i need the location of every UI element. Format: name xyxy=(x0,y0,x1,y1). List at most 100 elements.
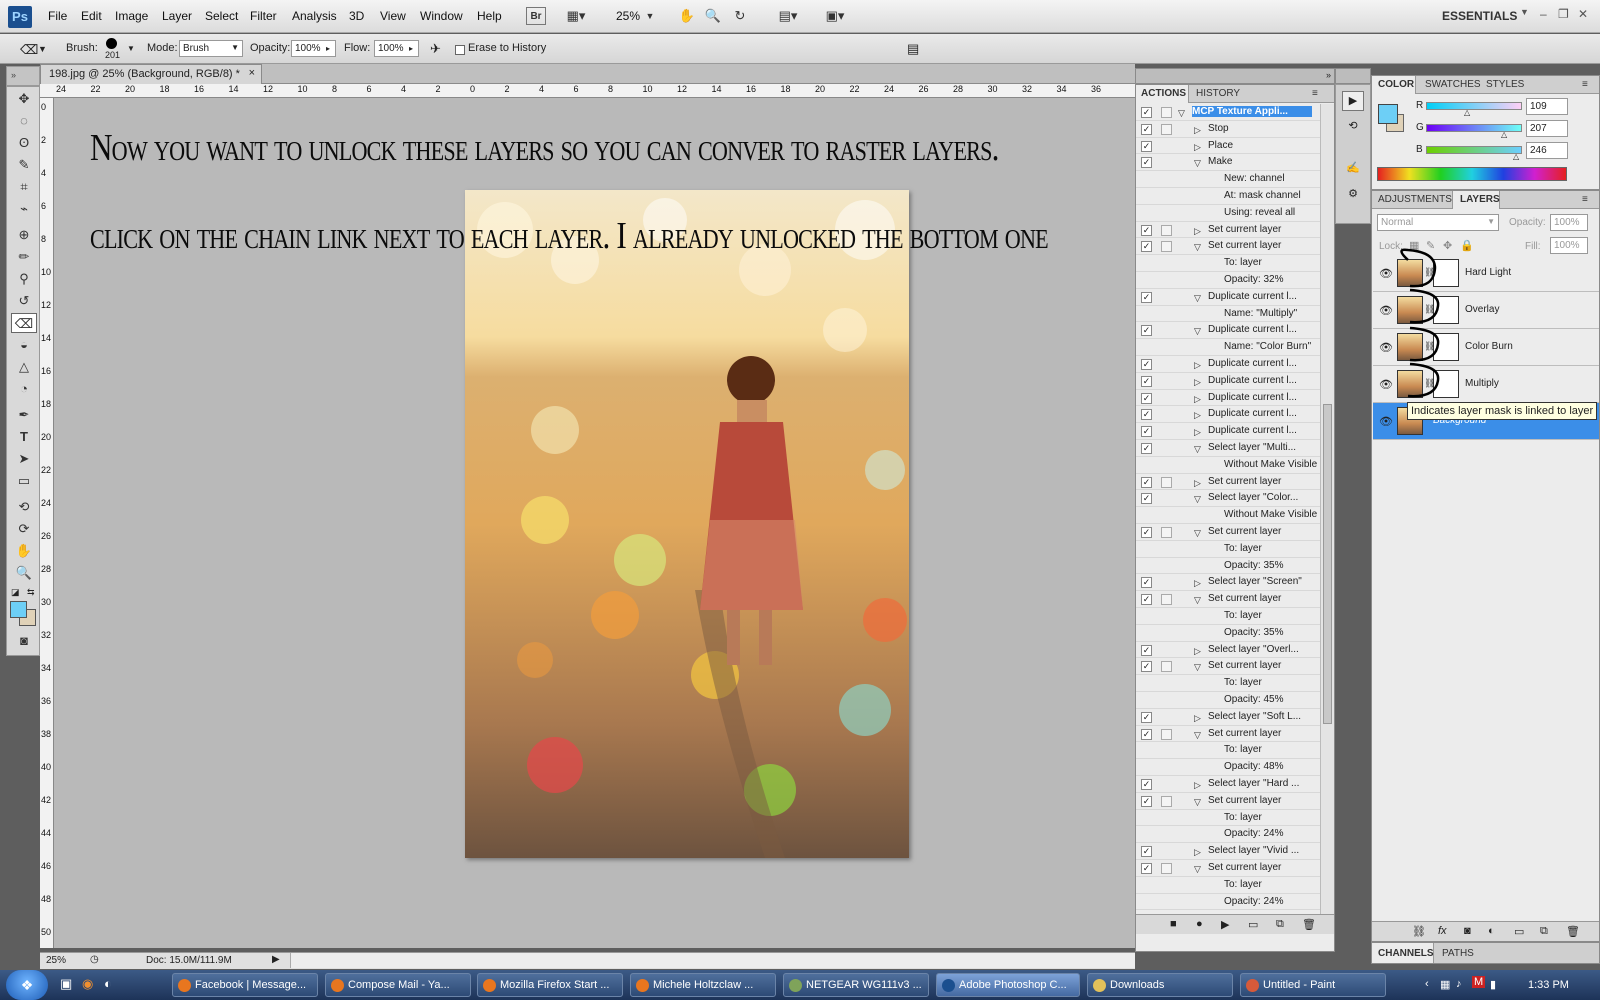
expand-closed-icon[interactable]: ▷ xyxy=(1194,780,1201,791)
action-row[interactable]: Opacity: 48% xyxy=(1136,759,1320,776)
action-toggle-checkbox[interactable]: ✓ xyxy=(1141,795,1152,807)
action-row[interactable]: Opacity: 35% xyxy=(1136,558,1320,575)
action-toggle-checkbox[interactable]: ✓ xyxy=(1141,426,1152,438)
tray-mail-icon[interactable]: M xyxy=(1472,976,1486,988)
action-toggle-checkbox[interactable]: ✓ xyxy=(1141,661,1152,673)
expand-open-icon[interactable]: ▽ xyxy=(1194,293,1201,304)
delete-layer-icon[interactable]: 🗑 xyxy=(1566,925,1580,938)
taskbar-button[interactable]: Michele Holtzclaw ... xyxy=(630,973,776,997)
document-canvas[interactable]: Now you want to unlock these layers so y… xyxy=(54,98,1135,948)
expand-closed-icon[interactable]: ▷ xyxy=(1194,377,1201,388)
action-row[interactable]: ✓ ▽ Select layer "Multi... xyxy=(1136,440,1320,457)
tab-adjustments[interactable]: ADJUSTMENTS xyxy=(1378,194,1452,205)
action-toggle-checkbox[interactable]: ✓ xyxy=(1141,728,1152,740)
expand-open-icon[interactable]: ▽ xyxy=(1194,158,1201,169)
action-row[interactable]: ✓ ▷ Select layer "Vivid ... xyxy=(1136,843,1320,860)
document-tab[interactable]: 198.jpg @ 25% (Background, RGB/8) * × xyxy=(40,64,262,84)
expand-open-icon[interactable]: ▽ xyxy=(1194,730,1201,741)
taskbar-button[interactable]: Downloads xyxy=(1087,973,1233,997)
action-toggle-checkbox[interactable]: ✓ xyxy=(1141,241,1152,253)
action-row[interactable]: ✓ ▷ Duplicate current l... xyxy=(1136,423,1320,440)
action-toggle-checkbox[interactable]: ✓ xyxy=(1141,123,1152,135)
action-row[interactable]: ✓ ▷ Set current layer xyxy=(1136,222,1320,239)
action-toggle-checkbox[interactable]: ✓ xyxy=(1141,392,1152,404)
action-row[interactable]: ✓ ▷ Duplicate current l... xyxy=(1136,356,1320,373)
action-row[interactable]: ✓ ▷ Select layer "Soft L... xyxy=(1136,709,1320,726)
action-toggle-checkbox[interactable]: ✓ xyxy=(1141,409,1152,421)
brush-tool-icon[interactable]: ✏ xyxy=(11,247,37,267)
3d-rotate-icon[interactable]: ⟲ xyxy=(11,497,37,517)
taskbar-button[interactable]: Compose Mail - Ya... xyxy=(325,973,471,997)
menu-filter[interactable]: Filter xyxy=(250,9,277,23)
action-row[interactable]: ✓ ▽ Select layer "Color... xyxy=(1136,490,1320,508)
zoom-level[interactable]: 25% xyxy=(616,9,640,23)
g-slider[interactable] xyxy=(1426,124,1522,132)
expand-closed-icon[interactable]: ▷ xyxy=(1194,847,1201,858)
action-toggle-checkbox[interactable]: ✓ xyxy=(1141,107,1152,118)
delete-action-icon[interactable]: 🗑 xyxy=(1302,918,1316,931)
zoom-dropdown-icon[interactable]: ▼ xyxy=(644,7,656,25)
view-extras-icon[interactable]: ▦▾ xyxy=(563,7,589,25)
color-spectrum-bar[interactable] xyxy=(1377,167,1567,181)
action-row[interactable]: ✓ ▽ Set current layer xyxy=(1136,524,1320,541)
dialog-toggle-icon[interactable] xyxy=(1161,594,1172,606)
action-row[interactable]: ✓ ▷ Duplicate current l... xyxy=(1136,373,1320,390)
layer-opacity-input[interactable]: 100% xyxy=(1550,214,1588,231)
action-row[interactable]: ✓ ▽ Set current layer xyxy=(1136,726,1320,743)
menu-view[interactable]: View xyxy=(380,9,406,23)
action-row[interactable]: ✓ ▷ Set current layer xyxy=(1136,474,1320,491)
dialog-toggle-icon[interactable] xyxy=(1161,795,1172,807)
play-icon[interactable]: ▶ xyxy=(1221,918,1229,931)
arrange-documents-icon[interactable]: ▤▾ xyxy=(773,7,803,25)
menu-3d[interactable]: 3D xyxy=(349,9,364,23)
action-row[interactable]: To: layer xyxy=(1136,675,1320,692)
new-set-icon[interactable]: ▭ xyxy=(1248,918,1258,931)
panel-toggle-icon[interactable]: ▤ xyxy=(907,41,919,57)
action-toggle-checkbox[interactable]: ✓ xyxy=(1141,140,1152,152)
action-toggle-checkbox[interactable]: ✓ xyxy=(1141,493,1152,505)
workspace-switcher[interactable]: ESSENTIALS xyxy=(1442,9,1517,23)
action-row[interactable]: Without Make Visible xyxy=(1136,507,1320,524)
zoom-tool-icon[interactable]: 🔍 xyxy=(704,7,722,25)
action-row[interactable]: Opacity: 32% xyxy=(1136,272,1320,289)
expand-open-icon[interactable]: ▽ xyxy=(1194,326,1201,337)
quick-select-tool-icon[interactable]: ✎ xyxy=(11,155,37,175)
minimize-icon[interactable]: – xyxy=(1540,7,1547,21)
action-row[interactable]: Without Make Visible xyxy=(1136,457,1320,474)
action-row[interactable]: Opacity: 24% xyxy=(1136,826,1320,844)
taskbar-button[interactable]: Mozilla Firefox Start ... xyxy=(477,973,623,997)
clone-source-panel-icon[interactable]: ⚙ xyxy=(1342,185,1364,205)
expand-closed-icon[interactable]: ▷ xyxy=(1194,360,1201,371)
new-group-icon[interactable]: ▭ xyxy=(1514,925,1524,938)
status-zoom[interactable]: 25% xyxy=(46,955,66,966)
action-row[interactable]: Opacity: 45% xyxy=(1136,692,1320,709)
action-row[interactable]: Name: "Color Burn" xyxy=(1136,339,1320,356)
lasso-tool-icon[interactable]: ʘ xyxy=(11,133,37,153)
expand-closed-icon[interactable]: ▷ xyxy=(1194,478,1201,489)
r-slider-thumb-icon[interactable]: △ xyxy=(1464,108,1470,117)
expand-open-icon[interactable]: ▽ xyxy=(1194,797,1201,808)
expand-open-icon[interactable]: ▽ xyxy=(1194,528,1201,539)
fill-input[interactable]: 100% xyxy=(1550,237,1588,254)
expand-open-icon[interactable]: ▽ xyxy=(1178,108,1185,119)
action-row[interactable]: Opacity: 24% xyxy=(1136,894,1320,911)
dialog-toggle-icon[interactable] xyxy=(1161,728,1172,740)
dialog-toggle-icon[interactable] xyxy=(1161,123,1172,135)
action-row[interactable]: ✓ ▷ Stop xyxy=(1136,121,1320,138)
default-colors-icon[interactable]: ◪ xyxy=(11,587,20,598)
visibility-eye-icon[interactable]: 👁 xyxy=(1379,415,1393,428)
link-layers-icon[interactable]: ⛓ xyxy=(1412,925,1426,938)
r-input[interactable]: 109 xyxy=(1526,98,1568,115)
taskbar-button[interactable]: Adobe Photoshop C... xyxy=(936,973,1080,997)
flow-slider-icon[interactable]: ▸ xyxy=(409,44,413,53)
expand-open-icon[interactable]: ▽ xyxy=(1194,864,1201,875)
quick-mask-icon[interactable]: ◙ xyxy=(11,631,37,651)
tab-swatches[interactable]: SWATCHES xyxy=(1425,79,1481,90)
expand-open-icon[interactable]: ▽ xyxy=(1194,595,1201,606)
expand-closed-icon[interactable]: ▷ xyxy=(1194,394,1201,405)
blur-tool-icon[interactable]: △ xyxy=(11,357,37,377)
expand-open-icon[interactable]: ▽ xyxy=(1194,494,1201,505)
history-panel-icon[interactable]: ⟲ xyxy=(1342,117,1364,137)
new-action-icon[interactable]: ⧉ xyxy=(1276,918,1284,931)
action-toggle-checkbox[interactable]: ✓ xyxy=(1141,325,1152,337)
